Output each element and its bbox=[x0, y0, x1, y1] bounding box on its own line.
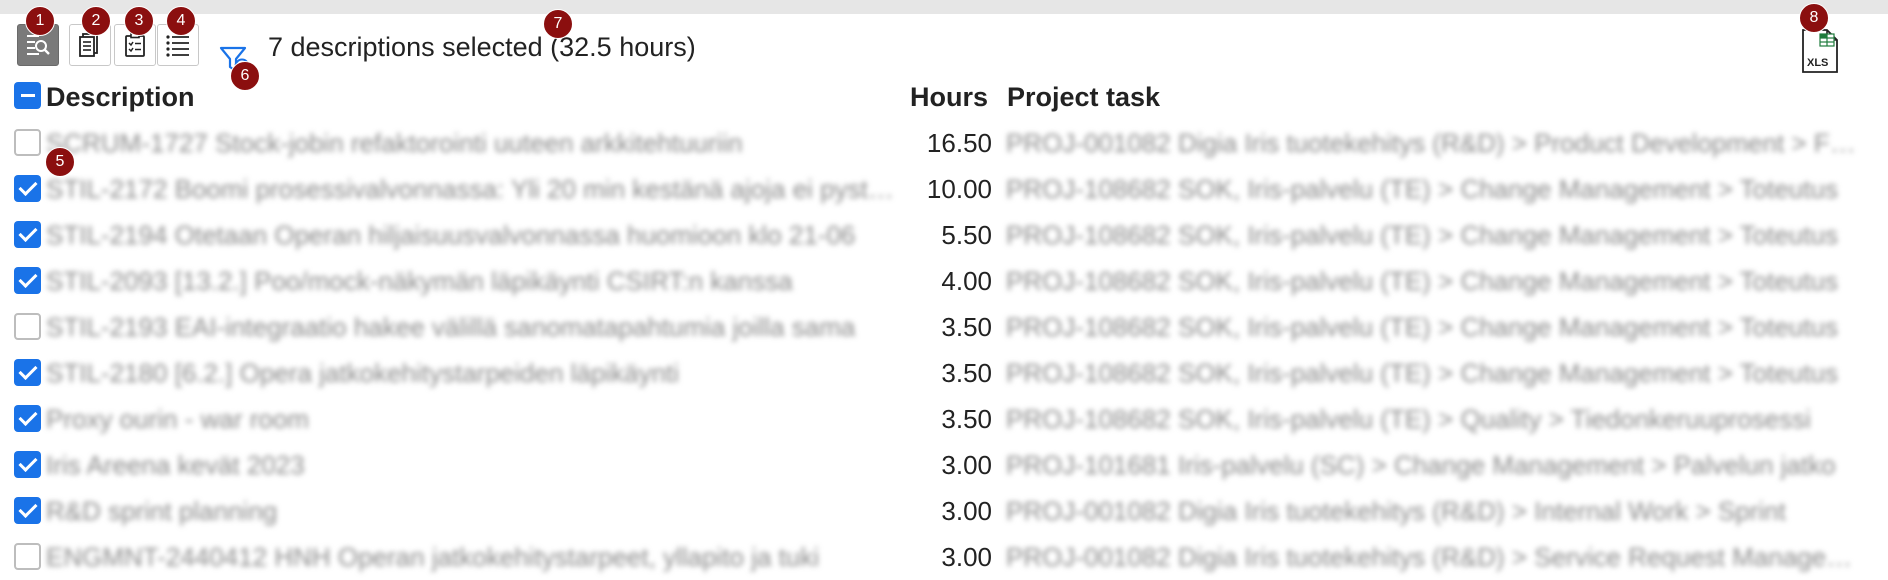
table-row[interactable]: STIL-2180 [6.2.] Opera jatkokehitystarpe… bbox=[0, 350, 1888, 396]
row-checkbox[interactable] bbox=[14, 175, 41, 202]
badge-1: 1 bbox=[25, 6, 55, 36]
table-header: Description Hours Project task bbox=[0, 78, 1888, 118]
table-row[interactable]: STIL-2093 [13.2.] Poo/mock-näkymän läpik… bbox=[0, 258, 1888, 304]
badge-6: 6 bbox=[230, 61, 260, 91]
badge-7: 7 bbox=[543, 9, 573, 39]
row-checkbox[interactable] bbox=[14, 405, 41, 432]
row-hours: 3.00 bbox=[941, 542, 992, 572]
table-row[interactable]: SCRUM-1727 Stock-jobin refaktorointi uut… bbox=[0, 120, 1888, 166]
export-xls-button[interactable]: XLS bbox=[1800, 28, 1840, 74]
row-description: STIL-2180 [6.2.] Opera jatkokehitystarpe… bbox=[46, 358, 680, 388]
row-project-task: PROJ-001082 Digia Iris tuotekehitys (R&D… bbox=[1006, 496, 1786, 526]
row-checkbox[interactable] bbox=[14, 267, 41, 294]
row-hours: 16.50 bbox=[926, 128, 992, 158]
row-description: Proxy ourin - war room bbox=[46, 404, 309, 434]
row-hours: 3.50 bbox=[941, 404, 992, 434]
row-project-task: PROJ-001082 Digia Iris tuotekehitys (R&D… bbox=[1006, 128, 1858, 158]
row-project-task: PROJ-108682 SOK, Iris-palvelu (TE) > Cha… bbox=[1006, 174, 1838, 204]
row-hours: 3.00 bbox=[941, 496, 992, 526]
clipboard-checklist-icon bbox=[125, 32, 145, 57]
xls-file-icon: XLS bbox=[1802, 29, 1838, 73]
toolbar: 7 descriptions selected (32.5 hours) XLS bbox=[0, 14, 1888, 80]
badge-5: 5 bbox=[45, 147, 75, 177]
row-description: STIL-2093 [13.2.] Poo/mock-näkymän läpik… bbox=[46, 266, 793, 296]
document-icon bbox=[79, 33, 98, 57]
row-hours: 3.50 bbox=[941, 312, 992, 342]
row-checkbox[interactable] bbox=[14, 221, 41, 248]
row-checkbox[interactable] bbox=[14, 451, 41, 478]
table-row[interactable]: STIL-2172 Boomi prosessivalvonnassa: Yli… bbox=[0, 166, 1888, 212]
badge-8: 8 bbox=[1799, 3, 1829, 33]
table-row[interactable]: ENGMNT-2440412 HNH Operan jatkokehitysta… bbox=[0, 534, 1888, 580]
row-project-task: PROJ-108682 SOK, Iris-palvelu (TE) > Cha… bbox=[1006, 220, 1838, 250]
row-hours: 3.50 bbox=[941, 358, 992, 388]
row-checkbox[interactable] bbox=[14, 543, 41, 570]
row-project-task: PROJ-108682 SOK, Iris-palvelu (TE) > Cha… bbox=[1006, 312, 1838, 342]
row-description: ENGMNT-2440412 HNH Operan jatkokehitysta… bbox=[46, 542, 820, 572]
xls-label: XLS bbox=[1807, 57, 1828, 69]
row-project-task: PROJ-001082 Digia Iris tuotekehitys (R&D… bbox=[1006, 542, 1858, 572]
row-project-task: PROJ-101681 Iris-palvelu (SC) > Change M… bbox=[1006, 450, 1836, 480]
row-project-task: PROJ-108682 SOK, Iris-palvelu (TE) > Cha… bbox=[1006, 266, 1838, 296]
row-description: Iris Areena kevät 2023 bbox=[46, 450, 305, 480]
row-description: SCRUM-1727 Stock-jobin refaktorointi uut… bbox=[46, 128, 743, 158]
row-description: STIL-2193 EAI-integraatio hakee välillä … bbox=[46, 312, 856, 342]
row-description: STIL-2172 Boomi prosessivalvonnassa: Yli… bbox=[46, 174, 898, 204]
row-description: STIL-2194 Otetaan Operan hiljaisuusvalvo… bbox=[46, 220, 856, 250]
badge-3: 3 bbox=[124, 6, 154, 36]
row-description: R&D sprint planning bbox=[46, 496, 278, 526]
row-project-task: PROJ-108682 SOK, Iris-palvelu (TE) > Cha… bbox=[1006, 358, 1838, 388]
table-row[interactable]: Iris Areena kevät 2023 3.00 PROJ-101681 Ir… bbox=[0, 442, 1888, 488]
project-task-column-header[interactable]: Project task bbox=[1007, 82, 1160, 113]
row-checkbox[interactable] bbox=[14, 359, 41, 386]
row-project-task: PROJ-108682 SOK, Iris-palvelu (TE) > Qua… bbox=[1006, 404, 1811, 434]
description-column-header[interactable]: Description bbox=[46, 82, 195, 113]
selection-summary: 7 descriptions selected (32.5 hours) bbox=[268, 32, 696, 62]
table-row[interactable]: Proxy ourin - war room 3.50 PROJ-108682 SO… bbox=[0, 396, 1888, 442]
row-checkbox[interactable] bbox=[14, 129, 41, 156]
row-checkbox[interactable] bbox=[14, 497, 41, 524]
window-top-border bbox=[0, 0, 1888, 14]
hours-column-header[interactable]: Hours bbox=[910, 82, 988, 113]
table-row[interactable]: R&D sprint planning 3.00 PROJ-001082 Digia… bbox=[0, 488, 1888, 534]
badge-4: 4 bbox=[166, 6, 196, 36]
list-icon bbox=[166, 35, 189, 57]
badge-2: 2 bbox=[81, 6, 111, 36]
row-hours: 4.00 bbox=[941, 266, 992, 296]
table-row[interactable]: STIL-2193 EAI-integraatio hakee välillä … bbox=[0, 304, 1888, 350]
table-row[interactable]: STIL-2194 Otetaan Operan hiljaisuusvalvo… bbox=[0, 212, 1888, 258]
select-all-checkbox[interactable] bbox=[14, 82, 41, 109]
row-checkbox[interactable] bbox=[14, 313, 41, 340]
row-hours: 10.00 bbox=[926, 174, 992, 204]
row-hours: 5.50 bbox=[941, 220, 992, 250]
row-hours: 3.00 bbox=[941, 450, 992, 480]
